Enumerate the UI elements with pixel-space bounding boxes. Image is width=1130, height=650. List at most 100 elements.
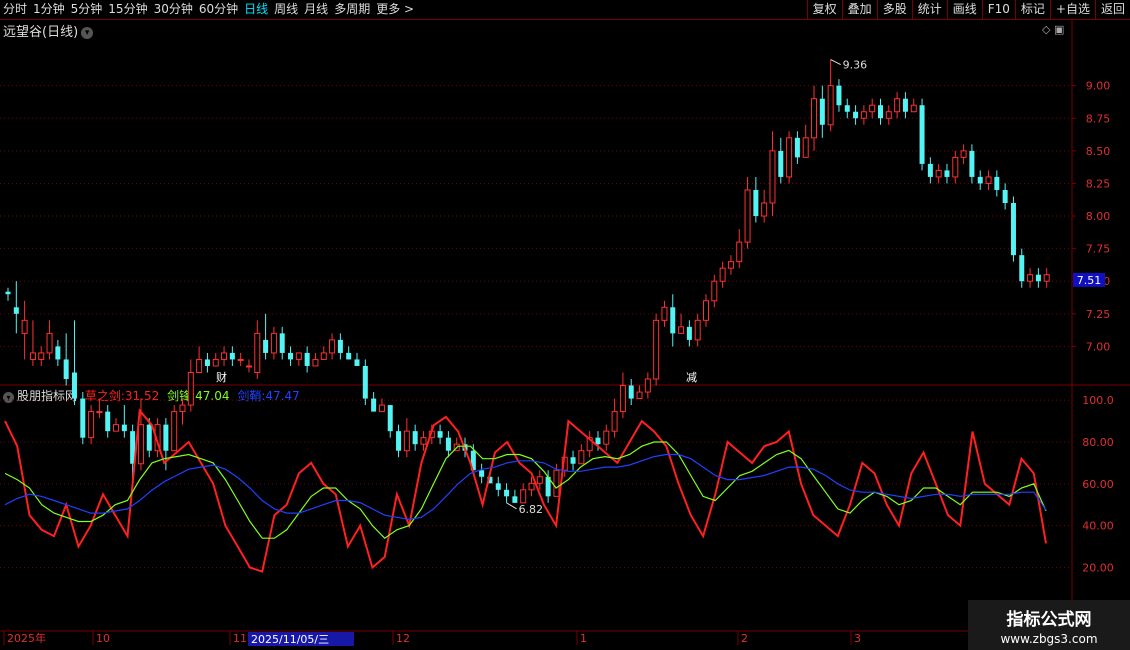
candle-body [263, 339, 269, 353]
candle-body [586, 437, 593, 452]
candle-body [860, 111, 867, 119]
candle-body [827, 85, 834, 126]
period-tab-4[interactable]: 30分钟 [151, 0, 196, 19]
diamond-icon[interactable]: ◇ [1042, 23, 1050, 36]
tool-button-1[interactable]: 叠加 [841, 0, 877, 19]
stock-chart[interactable]: 9.00 8.75 8.50 8.25 8.00 7.75 7.50 7.25 7.00 7.51… [0, 0, 1130, 650]
candle-body [794, 137, 800, 158]
candle-body [545, 476, 551, 497]
candle-body [137, 424, 144, 465]
candle-body [553, 469, 560, 497]
candle-body [46, 332, 53, 354]
candle-body [636, 391, 643, 400]
candle-body [504, 489, 510, 497]
price-tick-label: 7.50 [1086, 275, 1111, 288]
candle-body [1027, 274, 1034, 282]
candle-body [337, 339, 343, 353]
price-tick-label: 7.25 [1086, 308, 1111, 321]
candle-body [13, 307, 19, 314]
date-label: 12 [396, 632, 410, 645]
tool-button-6[interactable]: 标记 [1014, 0, 1050, 19]
tool-button-4[interactable]: 画线 [946, 0, 982, 19]
chevron-down-icon[interactable]: ▾ [3, 392, 14, 403]
chevron-down-icon[interactable]: ▾ [81, 27, 94, 39]
candle-body [346, 352, 352, 360]
low-price-label: 6.82 [519, 503, 544, 516]
marker-cai: 财 [216, 370, 227, 384]
current-price-label: 7.51 [1077, 274, 1102, 287]
candle-body [1010, 203, 1016, 256]
period-tab-6[interactable]: 日线 [241, 0, 271, 19]
legend-line-1: 草之剑:31.52 [84, 389, 160, 403]
candle-body [878, 105, 883, 119]
candle-body [320, 352, 327, 360]
candle-body [146, 424, 152, 451]
period-tab-5[interactable]: 60分钟 [196, 0, 241, 19]
tool-button-7[interactable]: +自选 [1049, 0, 1095, 19]
candle-body [761, 202, 768, 217]
candle-body [994, 176, 1000, 190]
price-tick-label: 8.25 [1086, 177, 1111, 190]
candle-body [254, 332, 261, 373]
candle-body [753, 189, 759, 217]
candle-body [21, 319, 28, 334]
tool-button-0[interactable]: 复权 [806, 0, 842, 19]
tool-button-2[interactable]: 多股 [876, 0, 912, 19]
candle-body [212, 358, 219, 367]
tool-button-3[interactable]: 统计 [911, 0, 947, 19]
candle-body [778, 150, 784, 177]
high-price-label: 9.36 [843, 59, 868, 72]
date-cursor-box [248, 632, 354, 646]
current-price-box [1073, 272, 1105, 287]
candle-body [453, 443, 460, 452]
candle-body [694, 319, 701, 341]
period-tab-2[interactable]: 5分钟 [68, 0, 106, 19]
candle-body [412, 431, 418, 445]
chart-options[interactable]: ◇ ▣ [1042, 23, 1064, 36]
candle-body [927, 163, 933, 177]
candle-body [944, 170, 950, 177]
candle-body [786, 137, 793, 178]
price-tick-label: 9.00 [1086, 80, 1111, 93]
indicator-title: ▾ 股朋指标网 草之剑:31.52 剑锋:47.04 剑鞘:47.47 [3, 387, 300, 404]
period-tab-8[interactable]: 月线 [301, 0, 331, 19]
period-tabs: 分时 1分钟 5分钟 15分钟 30分钟 60分钟 日线 周线 月线 多周期 更多 > [0, 0, 417, 19]
candle-body [445, 437, 451, 451]
low-pointer [506, 502, 517, 510]
tool-buttons: 复权 叠加 多股 统计 画线 F10 标记 +自选 返回 [806, 0, 1130, 19]
candle-body [727, 261, 734, 269]
candle-body [619, 385, 626, 413]
price-tick-label: 7.75 [1086, 243, 1111, 256]
tool-button-8[interactable]: 返回 [1094, 0, 1130, 19]
candle-body [661, 306, 668, 321]
indicator-line-剑鞘 [4, 453, 1047, 521]
candle-body [229, 352, 235, 360]
candle-body [479, 470, 485, 477]
window-toggle-icon[interactable]: ▣ [1054, 23, 1064, 36]
candle-body [611, 411, 618, 432]
period-tab-3[interactable]: 15分钟 [105, 0, 150, 19]
period-tab-1[interactable]: 1分钟 [30, 0, 68, 19]
candle-body [312, 358, 319, 367]
watermark: 指标公式网 www.zbgs3.com [968, 600, 1130, 650]
candle-body [536, 476, 543, 484]
candle-body [736, 241, 743, 263]
period-tab-0[interactable]: 分时 [0, 0, 30, 19]
candle-body [628, 385, 634, 399]
period-tab-10[interactable]: 更多 > [373, 0, 417, 19]
candle-body [428, 430, 435, 439]
date-label: 10 [96, 632, 110, 645]
candle-body [1035, 274, 1041, 282]
stock-title[interactable]: 远望谷(日线) ▾ [3, 21, 94, 40]
candle-body [885, 111, 892, 119]
candle-body [711, 280, 718, 302]
candle-body [196, 358, 203, 373]
candle-body [105, 411, 111, 432]
candle-body [495, 483, 501, 490]
period-tab-9[interactable]: 多周期 [331, 0, 373, 19]
tool-button-5[interactable]: F10 [981, 0, 1015, 19]
indicator-name: 股朋指标网 [17, 389, 78, 403]
period-tab-7[interactable]: 周线 [271, 0, 301, 19]
candle-body [371, 398, 377, 412]
candle-body [237, 358, 244, 361]
